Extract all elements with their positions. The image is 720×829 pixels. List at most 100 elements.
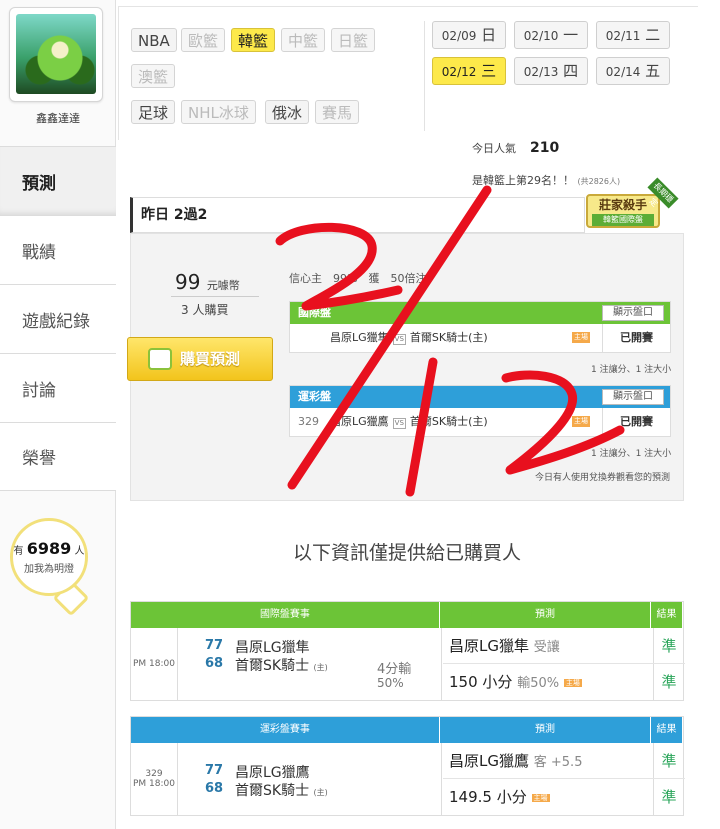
- mini-table-international: 國際盤 顯示盤口 昌原LG獵隼 VS 首爾SK騎士(主) 主場 已開賽: [289, 301, 671, 353]
- weekday-label: 一: [563, 26, 579, 44]
- prediction-spread: 昌原LG獵隼 受讓: [443, 628, 653, 664]
- away-score: 77: [205, 763, 224, 778]
- fans-count: 6989: [26, 539, 72, 558]
- match-time-value: PM 18:00: [133, 659, 175, 669]
- chip-nhl[interactable]: NHL冰球: [181, 100, 256, 124]
- date-0211[interactable]: 02/11 二: [596, 21, 670, 49]
- result-total: 準: [661, 673, 677, 691]
- mini-table-title: 運彩盤: [298, 390, 331, 403]
- host-tag: 主場: [572, 416, 590, 427]
- popularity-label: 今日人氣: [472, 142, 516, 155]
- date-label: 02/09: [441, 29, 477, 43]
- weekday-label: 三: [481, 62, 497, 80]
- filter-panel: NBA 歐籃 韓籃 中籃 日籃 澳籃 足球 NHL冰球 俄冰 賽馬 02/09 …: [118, 6, 698, 140]
- weekday-label: 日: [481, 26, 497, 44]
- point-diff: 4分輸: [377, 662, 412, 677]
- show-odds-button[interactable]: 顯示盤口: [602, 305, 664, 321]
- col-game: 國際盤賽事: [131, 602, 440, 628]
- badge-ribbon: 長期穩定: [647, 177, 679, 209]
- nav-item-honor[interactable]: 榮譽: [0, 422, 116, 491]
- username[interactable]: 鑫鑫達達: [0, 110, 116, 126]
- badge-main: 莊家殺手 韓籃國際盤: [586, 194, 660, 228]
- home-team: 首爾SK騎士(主): [409, 331, 488, 344]
- chip-japan-basketball[interactable]: 日籃: [331, 28, 376, 52]
- show-odds-button[interactable]: 顯示盤口: [602, 389, 664, 405]
- avatar[interactable]: [9, 7, 103, 102]
- host-tag: 主場: [572, 332, 590, 343]
- match-status: 已開賽: [602, 408, 670, 436]
- mini-table-header: 運彩盤 顯示盤口: [290, 386, 670, 408]
- bet-note: 1 注讓分、1 注大小: [591, 365, 672, 375]
- host-tag: 主場: [531, 793, 550, 802]
- date-0210[interactable]: 02/10 一: [514, 21, 588, 49]
- date-label: 02/10: [523, 29, 559, 43]
- nav-item-record[interactable]: 戰績: [0, 215, 116, 284]
- match-number: 329: [145, 769, 163, 779]
- prediction-total-value: 150 小分: [449, 673, 513, 691]
- date-0209[interactable]: 02/09 日: [432, 21, 506, 49]
- home-tag: (主): [313, 788, 328, 797]
- bet-note: 1 注讓分、1 注大小: [591, 449, 672, 459]
- date-label: 02/12: [441, 65, 477, 79]
- match-time-value: PM 18:00: [133, 779, 175, 789]
- chip-nba[interactable]: NBA: [131, 28, 177, 52]
- home-score: 68: [205, 656, 224, 671]
- coin-icon: [148, 348, 172, 370]
- chip-korea-basketball[interactable]: 韓籃: [231, 28, 276, 52]
- prediction-total: 149.5 小分 主場: [443, 779, 653, 815]
- date-0212[interactable]: 02/12 三: [432, 57, 506, 85]
- prediction-team: 昌原LG獵隼: [449, 637, 529, 655]
- result-total: 準: [661, 788, 677, 806]
- chip-euro-basketball[interactable]: 歐籃: [181, 28, 226, 52]
- weekday-label: 四: [563, 62, 579, 80]
- prediction-handicap: 客 +5.5: [533, 755, 583, 770]
- sidebar-nav: 預測 戰績 遊戲紀錄 討論 榮譽: [0, 146, 116, 491]
- chip-soccer[interactable]: 足球: [131, 100, 176, 124]
- home-team-cell: 首爾SK騎士 (主): [235, 780, 328, 800]
- nav-item-predict[interactable]: 預測: [0, 146, 116, 215]
- host-tag: 主場: [563, 678, 582, 687]
- prediction-handicap: 受讓: [533, 640, 560, 655]
- prediction-total: 150 小分 輸50% 主場: [443, 664, 653, 700]
- date-0213[interactable]: 02/13 四: [514, 57, 588, 85]
- prediction-card: 99 元噱幣 3 人購買 購買預測 信心主 99% 獲 50倍注 國際盤 顯示盤…: [127, 233, 684, 501]
- prediction-team: 昌原LG獵鷹: [449, 752, 529, 770]
- badge-subtitle: 韓籃國際盤: [592, 214, 654, 226]
- date-0214[interactable]: 02/14 五: [596, 57, 670, 85]
- filter-divider: [424, 21, 425, 131]
- match-number: 329: [298, 415, 319, 428]
- nav-item-game-log[interactable]: 遊戲紀錄: [0, 284, 116, 353]
- bookie-killer-badge: 莊家殺手 韓籃國際盤 長期穩定: [586, 177, 679, 234]
- table-row: PM 18:00 77 68 昌原LG獵隼 首爾SK騎士 (主) 4分輸 50%…: [131, 628, 685, 700]
- nav-item-discussion[interactable]: 討論: [0, 353, 116, 422]
- avatar-image: [16, 14, 96, 94]
- lightbulb-fans[interactable]: 有 6989 人 加我為明燈: [10, 518, 88, 596]
- col-game: 運彩盤賽事: [131, 717, 440, 743]
- match-teams: 昌原LG獵隼 VS 首爾SK騎士(主): [330, 324, 488, 352]
- away-team: 昌原LG獵隼: [330, 331, 389, 344]
- result-spread: 準: [653, 743, 685, 779]
- exchange-note: 今日有人使用兌換券觀看您的預測: [535, 473, 671, 483]
- results-table-header: 運彩盤賽事 預測 結果: [131, 717, 683, 743]
- match-status: 已開賽: [602, 324, 670, 352]
- chip-china-basketball[interactable]: 中籃: [281, 28, 326, 52]
- price-unit: 元噱幣: [206, 279, 240, 292]
- prediction-total-note: 輸50%: [517, 676, 560, 691]
- chip-russia-hockey[interactable]: 俄冰: [265, 100, 310, 124]
- sidebar: 鑫鑫達達 預測 戰績 遊戲紀錄 討論 榮譽 有 6989 人 加我為明燈: [0, 0, 116, 829]
- result-spread: 準: [653, 628, 685, 664]
- chip-australia-basketball[interactable]: 澳籃: [131, 64, 176, 88]
- popularity-today: 今日人氣 210: [472, 140, 559, 156]
- mini-table-row: 329 昌原LG獵鷹 VS 首爾SK騎士(主) 主場 已開賽: [290, 408, 670, 436]
- weekday-label: 二: [645, 26, 661, 44]
- row-divider: [177, 743, 178, 815]
- match-time: PM 18:00: [131, 628, 177, 700]
- home-tag: (主): [313, 663, 328, 672]
- match-time: 329 PM 18:00: [131, 743, 177, 815]
- buyer-count: 3 人購買: [181, 303, 229, 317]
- buy-button-label: 購買預測: [180, 350, 241, 368]
- chip-horse-racing[interactable]: 賽馬: [315, 100, 360, 124]
- buy-prediction-button[interactable]: 購買預測: [127, 337, 273, 381]
- mini-table-title: 國際盤: [298, 306, 331, 319]
- vs-icon: VS: [392, 418, 406, 429]
